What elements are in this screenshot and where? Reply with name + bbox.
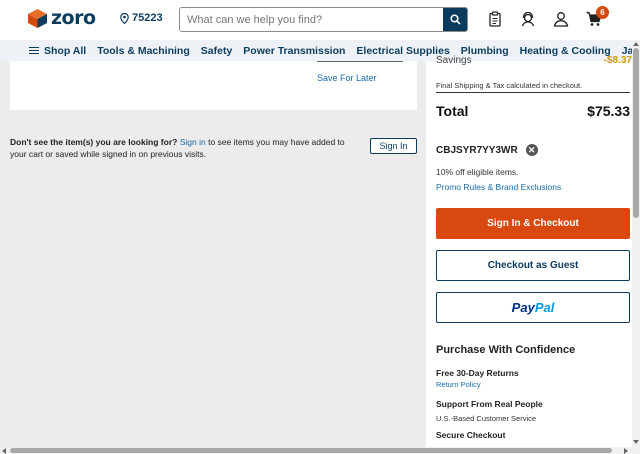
sign-in-button[interactable]: Sign In: [370, 138, 417, 154]
hamburger-menu-icon: [29, 45, 39, 56]
savings-value: -$8.37: [603, 55, 632, 66]
return-policy-link[interactable]: Return Policy: [436, 380, 481, 389]
checkout-guest-button[interactable]: Checkout as Guest: [436, 250, 630, 281]
missing-items-message: Don't see the item(s) you are looking fo…: [10, 136, 360, 160]
zip-location[interactable]: 75223: [120, 12, 163, 24]
paypal-logo-pay: Pay: [511, 300, 535, 315]
scroll-left-arrow-icon[interactable]: [2, 448, 6, 454]
account-icon[interactable]: [553, 11, 569, 27]
promo-code-text: CBJSYR7YY3WR: [436, 144, 518, 156]
save-for-later-link[interactable]: Save For Later: [317, 73, 377, 83]
location-pin-icon: [120, 12, 129, 24]
vertical-scrollbar[interactable]: [632, 40, 640, 454]
sign-in-checkout-button[interactable]: Sign In & Checkout: [436, 208, 630, 239]
support-agent-icon[interactable]: [520, 11, 536, 27]
cart-item-card: Save For Later: [10, 61, 417, 110]
promo-code: CBJSYR7YY3WR ✕: [436, 144, 538, 156]
horizontal-scroll-thumb[interactable]: [10, 448, 612, 453]
total-label: Total: [436, 103, 469, 119]
nav-shop-all-label: Shop All: [44, 44, 87, 57]
confidence-title: Purchase With Confidence: [436, 344, 576, 356]
horizontal-scrollbar[interactable]: [0, 447, 632, 454]
scroll-up-arrow-icon[interactable]: [633, 42, 639, 46]
order-summary: Savings -$8.37 Final Shipping & Tax calc…: [426, 55, 632, 447]
zoro-logo[interactable]: zoro: [28, 9, 96, 28]
search-bar: [179, 7, 468, 32]
support-heading: Support From Real People: [436, 399, 543, 409]
logo-cube-icon: [28, 9, 47, 28]
search-icon: [449, 14, 461, 25]
shipping-note: Final Shipping & Tax calculated in check…: [436, 81, 583, 90]
remove-promo-icon[interactable]: ✕: [525, 144, 538, 156]
scroll-down-arrow-icon[interactable]: [633, 440, 639, 444]
free-returns-heading: Free 30-Day Returns: [436, 368, 519, 378]
clipboard-list-icon[interactable]: [487, 11, 503, 27]
paypal-button[interactable]: Pay Pal: [436, 292, 630, 323]
secure-checkout-heading: Secure Checkout: [436, 430, 506, 440]
scroll-right-arrow-icon[interactable]: [624, 448, 628, 454]
quantity-field-edge: [317, 61, 403, 62]
missing-items-sign-in-link[interactable]: Sign in: [180, 137, 206, 147]
total-value: $75.33: [587, 103, 630, 119]
search-input[interactable]: [180, 8, 443, 31]
promo-description: 10% off eligible items.: [436, 167, 519, 177]
logo-text: zoro: [51, 7, 96, 29]
promo-rules-link[interactable]: Promo Rules & Brand Exclusions: [436, 182, 561, 192]
nav-heating-cooling[interactable]: Heating & Cooling: [520, 45, 611, 57]
search-button[interactable]: [443, 8, 467, 31]
nav-safety[interactable]: Safety: [201, 45, 233, 57]
summary-divider: [436, 92, 630, 93]
support-subtext: U.S.-Based Customer Service: [436, 414, 537, 423]
nav-power-transmission[interactable]: Power Transmission: [243, 45, 345, 57]
missing-items-question: Don't see the item(s) you are looking fo…: [10, 137, 178, 147]
paypal-logo-pal: Pal: [534, 300, 555, 315]
zip-code: 75223: [132, 12, 163, 24]
category-nav: Shop All Tools & Machining Safety Power …: [0, 40, 632, 61]
cart-main-area: Save For Later Don't see the item(s) you…: [0, 61, 426, 447]
nav-shop-all[interactable]: Shop All: [29, 45, 86, 57]
nav-tools-machining[interactable]: Tools & Machining: [97, 45, 190, 57]
vertical-scroll-thumb[interactable]: [633, 48, 639, 218]
savings-label: Savings: [436, 55, 472, 66]
site-header: zoro 75223 6: [0, 0, 640, 40]
cart-count-badge: 6: [596, 6, 609, 19]
